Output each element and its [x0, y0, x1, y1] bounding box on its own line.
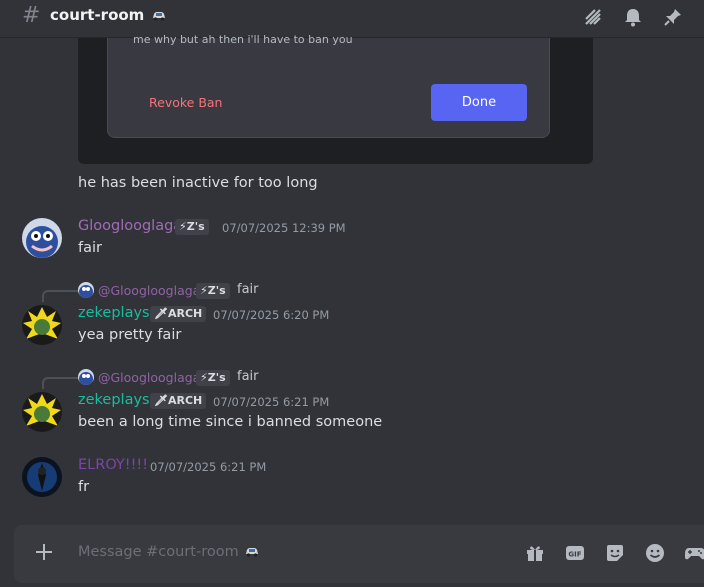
message-text: fr: [78, 479, 90, 495]
avatar[interactable]: [22, 305, 62, 345]
avatar[interactable]: [22, 457, 62, 497]
done-button: Done: [431, 84, 527, 121]
monster-avatar-icon: [78, 369, 94, 385]
timestamp: 07/07/2025 6:20 PM: [213, 308, 330, 322]
message-input-bar: Message #court-room GIF: [14, 525, 704, 583]
hashtag-icon: #: [22, 3, 41, 28]
timestamp: 07/07/2025 6:21 PM: [213, 395, 330, 409]
message-text: yea pretty fair: [78, 327, 182, 343]
reply-avatar[interactable]: [78, 369, 94, 385]
svg-text:GIF: GIF: [568, 551, 581, 559]
role-badge[interactable]: 🗡ARCH: [150, 306, 207, 322]
reply-text[interactable]: fair: [237, 369, 259, 384]
gift-icon[interactable]: [524, 542, 546, 564]
pin-icon[interactable]: [662, 6, 684, 28]
sticker-icon[interactable]: [604, 542, 626, 564]
modal-text: me why but ah then i'll have to ban you: [133, 33, 353, 46]
plus-icon[interactable]: [34, 542, 54, 562]
message-text: he has been inactive for too long: [78, 175, 318, 191]
reply-spine: [42, 377, 78, 389]
username[interactable]: Glooglooglaga: [78, 218, 182, 234]
role-badge[interactable]: ⚡Z's: [196, 283, 230, 299]
message-text: been a long time since i banned someone: [78, 414, 383, 430]
role-badge[interactable]: ⚡Z's: [196, 370, 230, 386]
timestamp: 07/07/2025 6:21 PM: [150, 460, 267, 474]
reply-username[interactable]: @Glooglooglaga: [98, 283, 200, 298]
monster-avatar-icon: [22, 218, 62, 258]
avatar[interactable]: [22, 218, 62, 258]
apps-icon[interactable]: [684, 542, 704, 564]
dark-figure-avatar-icon: [22, 457, 62, 497]
car-icon: [246, 548, 259, 557]
role-badge[interactable]: 🗡ARCH: [150, 393, 207, 409]
emoji-icon[interactable]: [644, 542, 666, 564]
username[interactable]: zekeplays: [78, 392, 150, 408]
channel-title[interactable]: court-room: [50, 6, 167, 24]
threads-icon[interactable]: [582, 6, 604, 28]
username[interactable]: zekeplays: [78, 305, 150, 321]
bell-icon[interactable]: [622, 6, 644, 28]
username[interactable]: ELROY!!!!: [78, 457, 148, 473]
super-saiyan-avatar-icon: [22, 305, 62, 345]
avatar[interactable]: [22, 392, 62, 432]
monster-avatar-icon: [78, 282, 94, 298]
reply-text[interactable]: fair: [237, 282, 259, 297]
role-badge[interactable]: ⚡Z's: [175, 219, 209, 235]
car-icon: [152, 12, 165, 21]
revoke-ban-button: Revoke Ban: [149, 95, 223, 110]
reply-username[interactable]: @Glooglooglaga: [98, 370, 200, 385]
super-saiyan-avatar-icon: [22, 392, 62, 432]
message-input[interactable]: Message #court-room: [78, 544, 260, 560]
timestamp: 07/07/2025 12:39 PM: [222, 221, 346, 235]
message-text: fair: [78, 240, 102, 256]
ban-modal: me why but ah then i'll have to ban you …: [107, 33, 550, 138]
reply-spine: [42, 290, 78, 302]
gif-icon[interactable]: GIF: [564, 542, 586, 564]
reply-avatar[interactable]: [78, 282, 94, 298]
